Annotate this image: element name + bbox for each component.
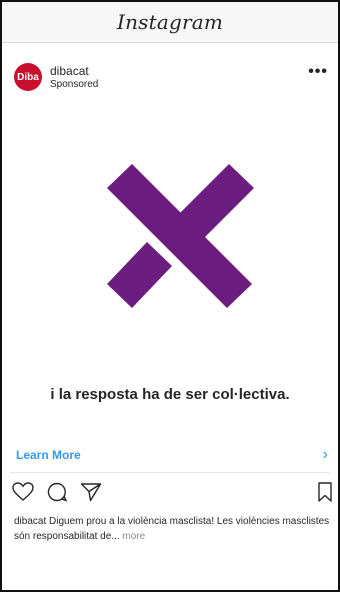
chevron-right-icon[interactable]: ›: [323, 446, 328, 464]
share-icon[interactable]: [80, 482, 102, 507]
post-header: Diba dibacat Sponsored •••: [2, 56, 338, 96]
app-title: Instagram: [116, 10, 224, 34]
learn-more-bar[interactable]: Learn More ›: [10, 438, 330, 473]
post-caption: dibacat Diguem prou a la violència mascl…: [14, 514, 332, 544]
bookmark-icon[interactable]: [318, 482, 332, 507]
phone-frame: Instagram Diba dibacat Sponsored ••• i l…: [0, 0, 340, 592]
caption-username[interactable]: dibacat: [14, 516, 46, 527]
action-bar: [2, 480, 338, 508]
learn-more-link[interactable]: Learn More: [16, 448, 81, 462]
avatar-text: Diba: [17, 71, 39, 83]
caption-text: Diguem prou a la violència masclista! Le…: [14, 516, 330, 542]
sponsored-label: Sponsored: [50, 79, 99, 90]
ellipsis-icon[interactable]: •••: [308, 64, 328, 80]
avatar[interactable]: Diba: [14, 63, 42, 91]
x-logo-stroke-lower: [107, 242, 172, 308]
ad-headline: i la resposta ha de ser col·lectiva.: [50, 386, 290, 403]
account-name[interactable]: dibacat: [50, 64, 89, 78]
ad-image: i la resposta ha de ser col·lectiva.: [2, 96, 338, 432]
heart-icon[interactable]: [12, 482, 34, 507]
caption-more-link[interactable]: more: [120, 531, 145, 542]
x-logo-stroke-upper: [167, 164, 254, 250]
comment-icon[interactable]: [46, 482, 68, 507]
top-bar: Instagram: [2, 2, 338, 43]
purple-x-logo: [107, 164, 254, 308]
